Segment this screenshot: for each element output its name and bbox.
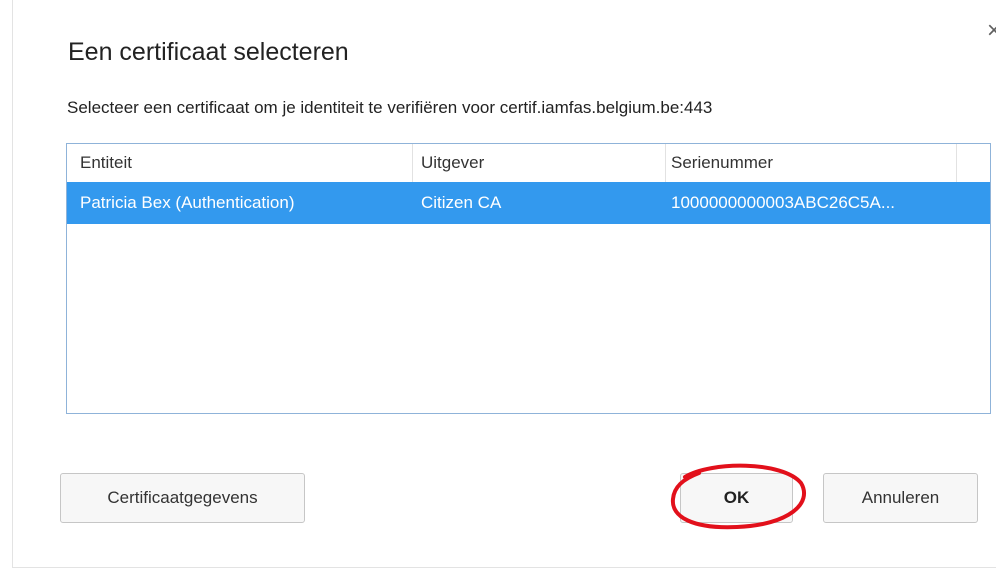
dialog-description: Selecteer een certificaat om je identite… xyxy=(67,98,713,117)
certificate-details-button[interactable]: Certificaatgegevens xyxy=(60,473,305,523)
cell-entity: Patricia Bex (Authentication) xyxy=(80,193,295,212)
page: × Een certificaat selecteren Selecteer e… xyxy=(0,0,996,568)
dialog-title: Een certificaat selecteren xyxy=(68,38,349,66)
column-header-issuer[interactable]: Uitgever xyxy=(413,144,666,182)
table-header: Entiteit Uitgever Serienummer xyxy=(67,144,990,182)
cancel-button[interactable]: Annuleren xyxy=(823,473,978,523)
column-header-filler xyxy=(957,144,990,182)
close-icon[interactable]: × xyxy=(987,16,996,46)
column-header-entity[interactable]: Entiteit xyxy=(67,144,413,182)
table-row-selected[interactable]: Patricia Bex (Authentication) Citizen CA… xyxy=(67,182,990,224)
certificate-table: Entiteit Uitgever Serienummer Patricia B… xyxy=(66,143,991,414)
ok-button[interactable]: OK xyxy=(680,473,793,523)
column-header-serial[interactable]: Serienummer xyxy=(666,144,957,182)
cell-issuer: Citizen CA xyxy=(421,193,502,212)
cell-serial: 1000000000003ABC26C5A... xyxy=(671,193,896,212)
